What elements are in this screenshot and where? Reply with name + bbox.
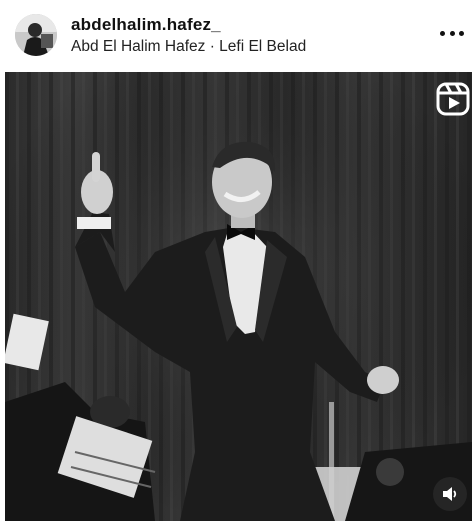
reels-icon[interactable] <box>436 82 470 116</box>
post-subtitle[interactable]: Abd El Halim Hafez · Lefi El Belad <box>71 38 306 56</box>
avatar[interactable] <box>15 14 57 56</box>
post-header: abdelhalim.hafez_ Abd El Halim Hafez · L… <box>0 0 474 70</box>
speaker-icon[interactable] <box>433 477 467 511</box>
username[interactable]: abdelhalim.hafez_ <box>71 15 221 35</box>
more-options-icon[interactable] <box>440 27 464 39</box>
post-media[interactable] <box>5 72 472 521</box>
photo <box>5 72 472 521</box>
